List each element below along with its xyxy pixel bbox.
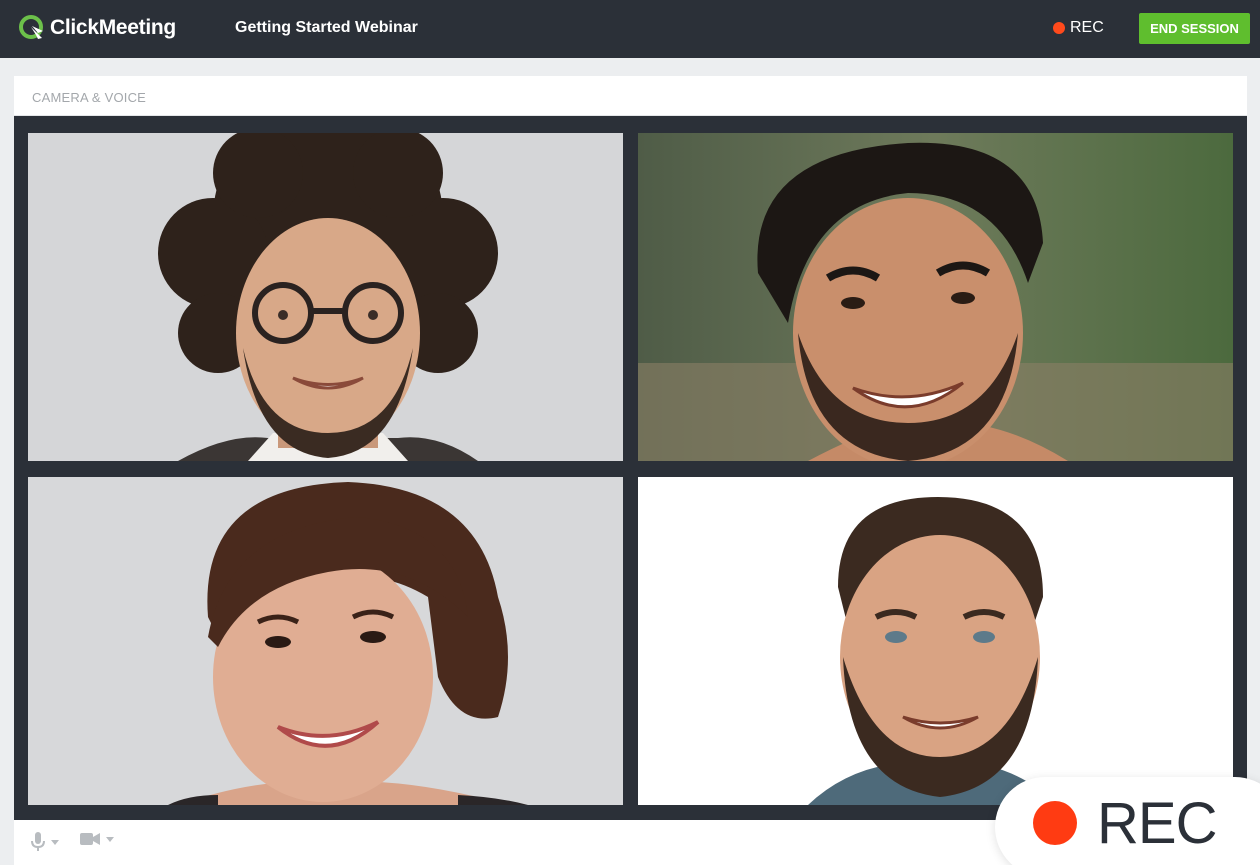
participant-video-woman-short-hair-icon: [28, 477, 623, 805]
chevron-down-icon: [51, 839, 59, 845]
record-dot-icon: [1033, 801, 1077, 845]
camera-voice-panel: CAMERA & VOICE: [14, 76, 1247, 865]
panel-title: CAMERA & VOICE: [32, 90, 147, 105]
participant-video-4[interactable]: [638, 477, 1233, 805]
recording-label: REC: [1070, 19, 1104, 36]
recording-indicator: REC: [1053, 19, 1104, 37]
chevron-down-icon: [106, 836, 114, 842]
microphone-icon: [31, 832, 45, 851]
clickmeeting-logo-icon: [19, 15, 43, 39]
participant-video-dark-hair-beard-icon: [638, 133, 1233, 461]
camera-icon: [80, 833, 100, 845]
video-grid: [14, 116, 1247, 820]
panel-header: CAMERA & VOICE: [14, 76, 1247, 116]
participant-video-1[interactable]: [28, 133, 623, 461]
brand-logo[interactable]: ClickMeeting: [18, 14, 176, 42]
recording-badge-label: REC: [1097, 791, 1217, 856]
participant-video-curly-hair-glasses-icon: [28, 133, 623, 461]
end-session-button[interactable]: END SESSION: [1139, 13, 1250, 44]
session-title: Getting Started Webinar: [235, 19, 418, 36]
camera-control[interactable]: [80, 832, 114, 846]
recording-badge: REC: [995, 777, 1260, 865]
top-bar: ClickMeeting Getting Started Webinar REC…: [0, 0, 1260, 58]
microphone-control[interactable]: [31, 832, 59, 852]
participant-video-2[interactable]: [638, 133, 1233, 461]
participant-video-3[interactable]: [28, 477, 623, 805]
record-dot-icon: [1053, 22, 1065, 34]
brand-name: ClickMeeting: [50, 16, 176, 39]
participant-video-bearded-man-white-background-icon: [638, 477, 1233, 805]
